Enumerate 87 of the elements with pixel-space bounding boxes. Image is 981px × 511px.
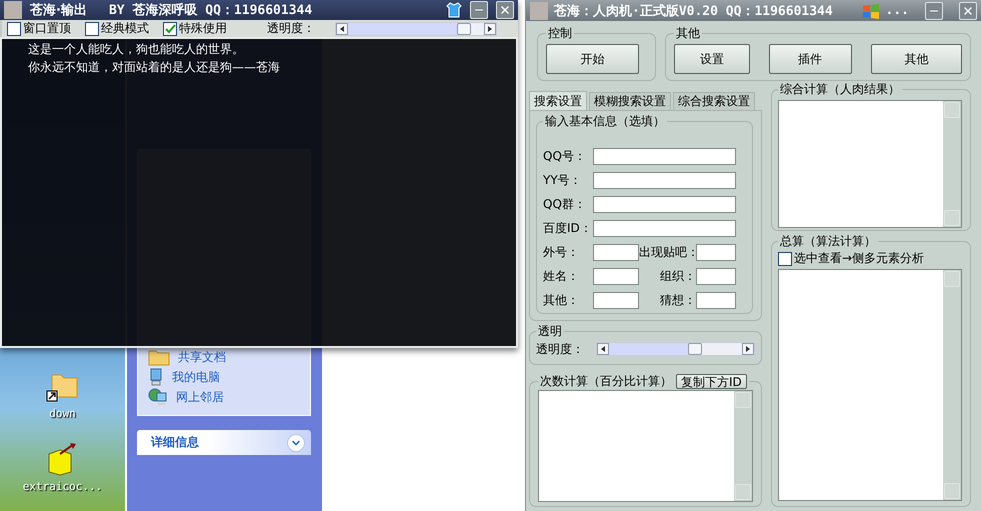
input-field[interactable] [593, 244, 639, 261]
scroll-right-button[interactable] [484, 22, 496, 34]
slider-thumb[interactable] [688, 343, 702, 355]
right-arrow-icon [746, 346, 750, 352]
left-arrow-icon [340, 26, 344, 32]
checkbox[interactable] [163, 22, 177, 36]
close-button[interactable] [959, 2, 977, 20]
expand-button[interactable] [287, 434, 305, 452]
shirt-icon[interactable] [446, 2, 462, 18]
window-title: 苍海：人肉机·正式版V0.20 QQ：1196601344 [554, 2, 833, 20]
slider[interactable] [335, 22, 497, 36]
output-text: 这是一个人能吃人，狗也能吃人的世界。 [28, 41, 245, 58]
group-title: 次数计算（百分比计算） [540, 373, 672, 390]
scrollbar[interactable] [943, 270, 961, 500]
window-title: 苍海·输出 [30, 2, 87, 19]
title-ellipsis: ... [886, 3, 909, 18]
minimize-button[interactable] [925, 2, 943, 20]
avatar-photo-placeholder [4, 1, 22, 19]
toolbar-button[interactable]: 插件 [768, 44, 852, 74]
input-field[interactable] [593, 220, 736, 237]
field-label: 猜想： [659, 292, 696, 309]
right-arrow-icon [488, 26, 492, 32]
details-title: 详细信息 [151, 434, 199, 451]
field-label: QQ号： [543, 148, 587, 166]
field-label: 出现贴吧： [639, 244, 696, 261]
checkbox[interactable] [7, 22, 21, 36]
text-area[interactable] [778, 100, 962, 228]
close-button[interactable] [496, 1, 514, 19]
tab[interactable]: 综合搜索设置 [673, 92, 755, 110]
group-title: 透明 [537, 323, 563, 340]
group-title: 控制 [547, 25, 573, 42]
scroll-left-button[interactable] [336, 22, 348, 34]
place-link[interactable]: 共享文档 [148, 349, 300, 365]
start-button[interactable]: 开始 [546, 44, 639, 74]
author-credit: BY 苍海深呼吸 QQ：1196601344 [108, 2, 312, 19]
left-arrow-icon [600, 346, 605, 352]
input-field[interactable] [593, 148, 736, 166]
scroll-left-button[interactable] [596, 343, 609, 355]
checkbox[interactable] [778, 252, 792, 266]
field-label: QQ群： [543, 196, 587, 214]
slider-thumb[interactable] [456, 22, 471, 34]
group-title: 总算（算法计算） [779, 233, 877, 250]
tab[interactable]: 搜索设置 [529, 91, 587, 110]
group-title: 其他 [675, 25, 701, 42]
toolbar-button[interactable]: 其他 [870, 44, 962, 74]
input-field[interactable] [696, 268, 736, 285]
field-label: 百度ID： [543, 220, 593, 237]
windows-flag-icon [862, 2, 880, 18]
group-title: 综合计算（人肉结果） [779, 81, 901, 98]
field-label: 姓名： [543, 268, 580, 285]
input-field[interactable] [696, 292, 736, 309]
close-icon [962, 4, 974, 16]
scrollbar[interactable] [734, 391, 752, 501]
copy-button[interactable]: 复制下方ID [676, 374, 747, 389]
input-field[interactable] [593, 292, 639, 309]
checkbox-label[interactable]: 经典模式 [101, 20, 149, 37]
input-field[interactable] [696, 244, 736, 261]
globe-computer-icon [148, 388, 168, 406]
computer-icon [148, 368, 164, 386]
field-label: 其他： [543, 292, 580, 309]
scroll-right-button[interactable] [742, 343, 754, 355]
toolbar-button[interactable]: 设置 [674, 44, 750, 74]
slider[interactable] [596, 342, 755, 356]
group-title: 输入基本信息（选填） [544, 113, 666, 130]
text-area[interactable] [538, 390, 753, 502]
checkmark-icon [164, 24, 176, 34]
input-field[interactable] [593, 196, 736, 214]
tab[interactable]: 模糊搜索设置 [589, 92, 671, 110]
field-label: 外号： [543, 244, 580, 261]
input-field[interactable] [593, 268, 639, 285]
field-label: 透明度： [536, 340, 585, 358]
minimize-button[interactable] [470, 1, 488, 19]
checkbox-label[interactable]: 选中查看→侧多元素分析 [794, 250, 924, 267]
close-icon [499, 4, 511, 16]
field-label: YY号： [543, 172, 583, 190]
checkbox-label[interactable]: 窗口置顶 [23, 20, 71, 37]
checkbox-label[interactable]: 特殊使用 [179, 20, 227, 37]
checkbox[interactable] [85, 22, 99, 36]
place-link[interactable]: 网上邻居 [148, 389, 300, 405]
scrollbar[interactable] [943, 101, 961, 227]
opacity-label: 透明度： [267, 20, 315, 37]
input-field[interactable] [593, 172, 736, 190]
details-header[interactable]: 详细信息 [137, 430, 311, 455]
place-link[interactable]: 我的电脑 [148, 369, 300, 385]
output-text: 你永远不知道，对面站着的是人还是狗——苍海 [28, 59, 281, 76]
avatar-photo-placeholder [530, 2, 548, 20]
field-label: 组织： [659, 268, 696, 285]
